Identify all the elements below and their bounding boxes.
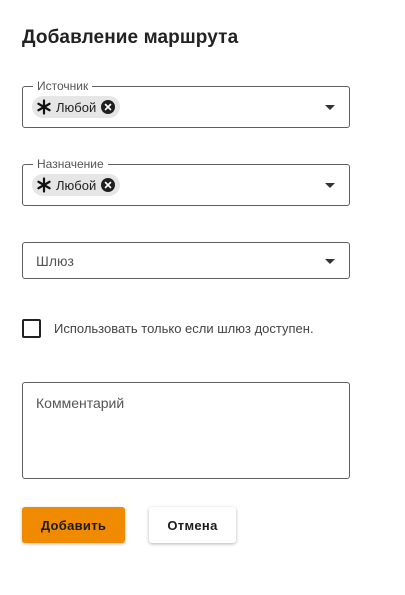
destination-dropdown-arrow-icon[interactable] <box>325 183 335 188</box>
source-dropdown-arrow-icon[interactable] <box>325 105 335 110</box>
cancel-button[interactable]: Отмена <box>149 507 236 543</box>
asterisk-icon <box>37 177 51 193</box>
only-if-available-label: Использовать только если шлюз доступен. <box>54 321 314 336</box>
destination-chip-remove-icon[interactable] <box>101 178 116 192</box>
add-button[interactable]: Добавить <box>22 507 125 543</box>
destination-chip[interactable]: Любой <box>32 174 121 196</box>
asterisk-icon <box>37 99 51 115</box>
source-chip-label: Любой <box>56 99 97 115</box>
destination-chip-label: Любой <box>56 177 97 193</box>
gateway-placeholder: Шлюз <box>36 252 74 269</box>
gateway-select[interactable]: Шлюз <box>22 242 350 279</box>
source-select[interactable]: Источник Любой <box>22 79 350 128</box>
comment-placeholder: Комментарий <box>36 395 125 411</box>
only-if-available-checkbox[interactable] <box>22 319 41 338</box>
only-if-available-row[interactable]: Использовать только если шлюз доступен. <box>22 319 314 338</box>
source-chip-remove-icon[interactable] <box>101 100 116 114</box>
destination-select[interactable]: Назначение Любой <box>22 157 350 206</box>
destination-legend: Назначение <box>33 157 108 171</box>
dialog-title: Добавление маршрута <box>22 27 239 48</box>
comment-textarea[interactable]: Комментарий <box>22 382 350 479</box>
source-legend: Источник <box>33 79 93 93</box>
gateway-dropdown-arrow-icon[interactable] <box>325 258 335 264</box>
source-chip[interactable]: Любой <box>32 96 121 118</box>
